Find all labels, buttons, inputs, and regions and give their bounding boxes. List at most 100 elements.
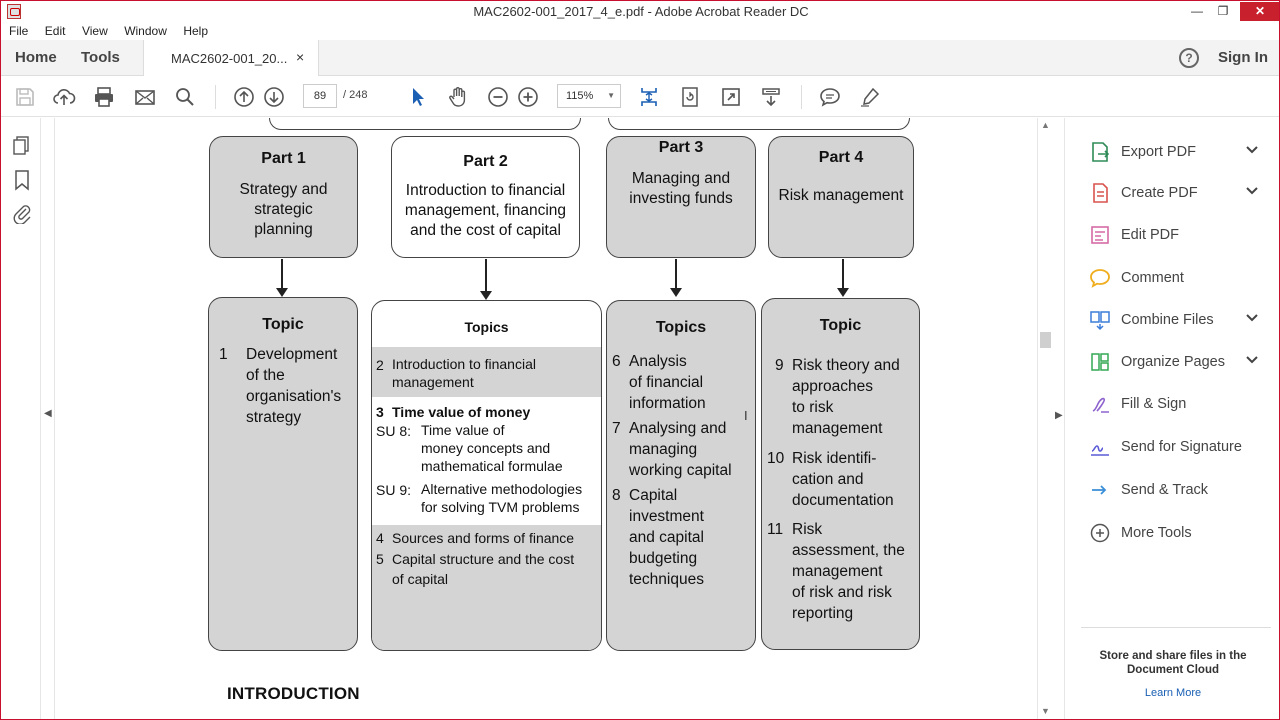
- topic-6-line: information: [629, 395, 706, 412]
- scrollbar-thumb[interactable]: [1040, 332, 1051, 348]
- save-icon[interactable]: [13, 85, 37, 109]
- export-pdf-icon: [1089, 141, 1111, 163]
- scroll-up-icon[interactable]: ▲: [1041, 120, 1050, 130]
- left-pane-toggle[interactable]: ◀: [41, 118, 55, 719]
- arrow-down: [480, 259, 492, 300]
- chevron-down-icon[interactable]: [1245, 143, 1259, 160]
- page-number-input[interactable]: 89: [303, 84, 337, 108]
- zoom-select[interactable]: 115% ▼: [557, 84, 621, 108]
- arrow-down: [837, 259, 849, 297]
- close-window-button[interactable]: ✕: [1240, 2, 1279, 21]
- tool-send-track[interactable]: Send & Track: [1065, 475, 1279, 505]
- send-track-icon: [1089, 479, 1111, 501]
- part-2-box: Part 2 Introduction to financial managem…: [391, 136, 580, 258]
- topic-5-line: Capital structure and the cost: [392, 551, 575, 567]
- highlight-pen-icon[interactable]: [858, 85, 882, 109]
- topic-1-line: organisation's: [246, 388, 342, 405]
- su-8-line: Time value of: [421, 422, 505, 438]
- tool-comment[interactable]: Comment: [1065, 263, 1279, 293]
- document-tab[interactable]: MAC2602-001_20... ×: [143, 40, 319, 76]
- tool-label: Combine Files: [1121, 312, 1214, 328]
- tool-fill-sign[interactable]: Fill & Sign: [1065, 389, 1279, 419]
- topic-9-line: Risk theory and: [792, 357, 900, 374]
- select-cursor-icon[interactable]: [406, 85, 430, 109]
- topic-6-line: of financial: [629, 374, 704, 391]
- part-2-line: Introduction to financial: [405, 182, 566, 199]
- tool-label: Comment: [1121, 270, 1184, 286]
- topic-1-line: strategy: [246, 409, 302, 426]
- tab-home[interactable]: Home: [15, 49, 57, 66]
- topic-3-title: Time value of money: [392, 404, 531, 420]
- more-tools-icon: [1089, 522, 1111, 544]
- topic-heading: Topic: [819, 317, 862, 334]
- topic-2-line: management: [392, 374, 474, 390]
- tool-export-pdf[interactable]: Export PDF: [1065, 137, 1279, 167]
- zoom-in-icon[interactable]: [516, 85, 540, 109]
- topic-box-part-1: Topic 1 Development of the organisation'…: [208, 297, 358, 651]
- tool-organize-pages[interactable]: Organize Pages: [1065, 347, 1279, 377]
- topics-heading: Topics: [655, 319, 707, 336]
- part-3-heading: Part 3: [658, 139, 704, 156]
- hand-tool-icon[interactable]: [446, 85, 470, 109]
- help-icon[interactable]: ?: [1179, 48, 1199, 68]
- menu-edit[interactable]: Edit: [45, 24, 66, 38]
- maximize-button[interactable]: ❐: [1209, 2, 1237, 21]
- tool-send-for-signature[interactable]: Send for Signature: [1065, 432, 1279, 462]
- close-tab-icon[interactable]: ×: [296, 49, 304, 65]
- attachment-icon[interactable]: [11, 202, 33, 225]
- tool-label: Edit PDF: [1121, 227, 1180, 243]
- previous-page-icon[interactable]: [232, 85, 256, 109]
- right-pane-toggle[interactable]: ▶: [1053, 118, 1065, 719]
- search-icon[interactable]: [173, 85, 197, 109]
- chevron-down-icon[interactable]: [1245, 184, 1259, 201]
- menu-file[interactable]: File: [9, 24, 28, 38]
- topic-10-number: 10: [767, 450, 785, 467]
- topic-8-line: investment: [629, 508, 704, 525]
- part-2-line: and the cost of capital: [410, 222, 561, 239]
- bookmark-icon[interactable]: [11, 169, 33, 191]
- zoom-out-icon[interactable]: [486, 85, 510, 109]
- menu-help[interactable]: Help: [183, 24, 208, 38]
- cloud-upload-icon[interactable]: [52, 85, 76, 109]
- fit-page-icon[interactable]: [637, 85, 661, 109]
- topic-1-line: of the: [246, 367, 285, 384]
- chevron-down-icon[interactable]: [1245, 353, 1259, 370]
- comment-toolbar-icon[interactable]: [818, 85, 842, 109]
- minimize-button[interactable]: —: [1183, 2, 1211, 21]
- topic-9-line: to risk: [792, 399, 834, 416]
- topic-4-number: 4: [376, 530, 384, 546]
- menu-view[interactable]: View: [82, 24, 108, 38]
- rotate-icon[interactable]: [678, 85, 702, 109]
- topic-8-number: 8: [612, 487, 621, 504]
- email-icon[interactable]: [133, 85, 157, 109]
- sign-in-button[interactable]: Sign In: [1218, 49, 1268, 66]
- arrow-down: [670, 259, 682, 297]
- scroll-mode-icon[interactable]: [759, 85, 783, 109]
- topic-8-line: Capital: [629, 487, 678, 504]
- page-thumbnails-icon[interactable]: [11, 134, 33, 156]
- vertical-scrollbar[interactable]: ▲ ▼: [1037, 118, 1053, 719]
- tab-tools[interactable]: Tools: [81, 49, 120, 66]
- tool-label: Fill & Sign: [1121, 396, 1187, 412]
- chevron-down-icon[interactable]: [1245, 311, 1259, 328]
- part-1-line: Strategy and: [239, 181, 328, 198]
- tool-label: Send for Signature: [1121, 439, 1242, 455]
- print-icon[interactable]: [92, 85, 116, 109]
- topic-10-line: documentation: [792, 492, 894, 509]
- tool-edit-pdf[interactable]: Edit PDF: [1065, 220, 1279, 250]
- topic-2-line: Introduction to financial: [392, 356, 536, 372]
- tool-more-tools[interactable]: More Tools: [1065, 518, 1279, 548]
- su-9-label: SU 9:: [376, 482, 412, 498]
- tool-combine-files[interactable]: Combine Files: [1065, 305, 1279, 335]
- topic-5-line: of capital: [392, 571, 449, 587]
- scroll-down-icon[interactable]: ▼: [1041, 706, 1050, 716]
- pane-divider: [1081, 627, 1271, 628]
- topics-heading: Topics: [464, 319, 509, 335]
- learn-more-link[interactable]: Learn More: [1089, 687, 1257, 699]
- section-heading: INTRODUCTION: [227, 684, 360, 703]
- full-screen-icon[interactable]: [719, 85, 743, 109]
- tool-label: Send & Track: [1121, 482, 1209, 498]
- tool-create-pdf[interactable]: Create PDF: [1065, 178, 1279, 208]
- menu-window[interactable]: Window: [124, 24, 167, 38]
- next-page-icon[interactable]: [262, 85, 286, 109]
